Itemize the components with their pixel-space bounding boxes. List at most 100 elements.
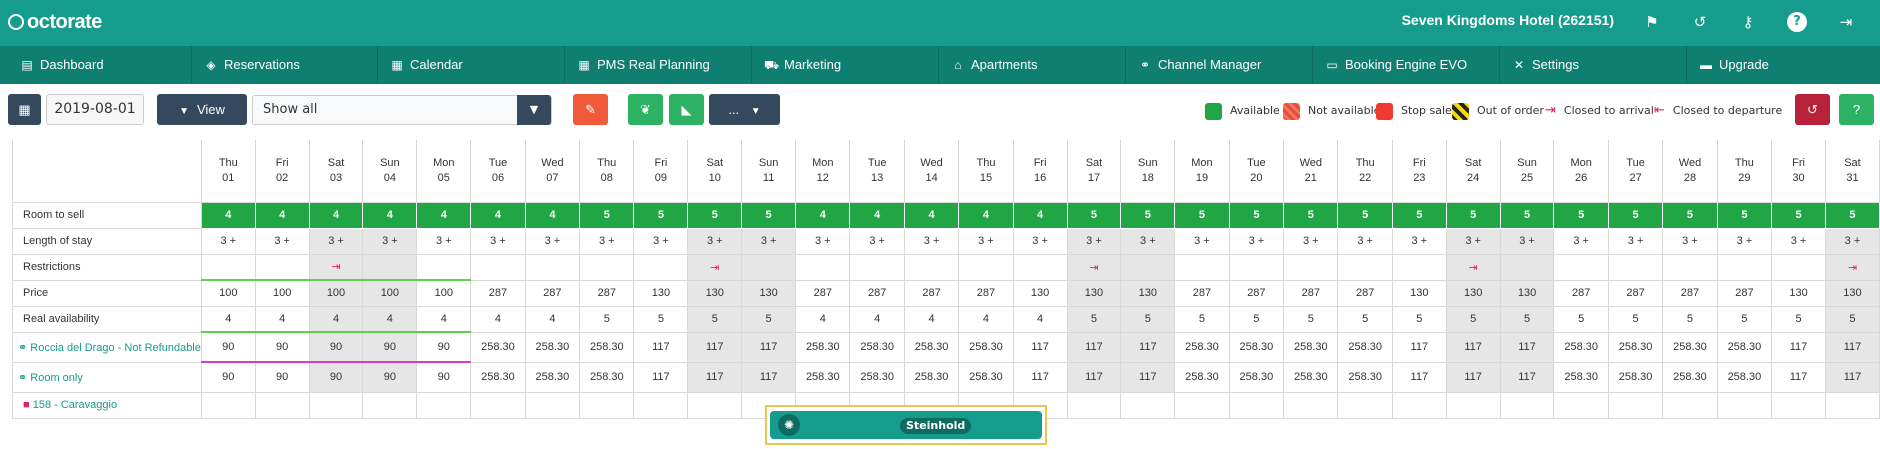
hotel-name[interactable]: Seven Kingdoms Hotel (262151) — [1402, 12, 1614, 28]
planning-cell[interactable] — [524, 391, 581, 419]
value-cell[interactable]: 3 + — [1012, 227, 1068, 255]
restriction-cell[interactable]: ⇥ — [687, 253, 743, 281]
reset-button[interactable]: ↺ — [1795, 94, 1830, 125]
value-cell[interactable]: 5 — [741, 305, 797, 333]
value-cell[interactable]: 4 — [958, 305, 1014, 333]
restriction-cell[interactable] — [524, 253, 581, 281]
nav-apartments[interactable]: ⌂ Apartments — [939, 46, 1126, 84]
restriction-cell[interactable] — [1716, 253, 1773, 281]
value-cell[interactable]: 4 — [849, 305, 905, 333]
value-cell[interactable]: 5 — [1391, 305, 1447, 333]
value-cell[interactable]: 100 — [254, 279, 310, 307]
value-cell[interactable]: 5 — [1228, 305, 1285, 333]
restriction-cell[interactable]: ⇥ — [1445, 253, 1501, 281]
value-cell[interactable]: 4 — [200, 305, 256, 333]
value-cell[interactable]: 5 — [579, 305, 635, 333]
value-cell[interactable]: 258.30 — [903, 361, 960, 393]
nav-channel-manager[interactable]: ⚭ Channel Manager — [1126, 46, 1313, 84]
value-cell[interactable]: 5 — [1445, 201, 1501, 229]
value-cell[interactable]: 287 — [903, 279, 960, 307]
value-cell[interactable]: 90 — [362, 361, 418, 393]
nav-pms[interactable]: ▦ PMS Real Planning — [565, 46, 752, 84]
value-cell[interactable]: 3 + — [795, 227, 851, 255]
value-cell[interactable]: 117 — [687, 361, 743, 393]
value-cell[interactable]: 117 — [1445, 331, 1501, 363]
value-cell[interactable]: 117 — [1391, 361, 1447, 393]
value-cell[interactable]: 4 — [849, 201, 905, 229]
value-cell[interactable]: 5 — [1120, 201, 1176, 229]
value-cell[interactable]: 287 — [795, 279, 851, 307]
restriction-cell[interactable] — [1337, 253, 1393, 281]
value-cell[interactable]: 258.30 — [579, 361, 635, 393]
value-cell[interactable]: 90 — [308, 331, 364, 363]
value-cell[interactable]: 5 — [1824, 305, 1880, 333]
value-cell[interactable]: 258.30 — [1716, 331, 1773, 363]
date-input[interactable]: 2019-08-01 — [46, 94, 144, 125]
planning-cell[interactable] — [1391, 391, 1447, 419]
value-cell[interactable]: 5 — [687, 305, 743, 333]
value-cell[interactable]: 3 + — [1662, 227, 1718, 255]
value-cell[interactable]: 3 + — [254, 227, 310, 255]
value-cell[interactable]: 3 + — [1228, 227, 1285, 255]
value-cell[interactable]: 5 — [1174, 305, 1230, 333]
value-cell[interactable]: 258.30 — [1553, 331, 1609, 363]
restriction-cell[interactable] — [849, 253, 905, 281]
planning-cell[interactable] — [1607, 391, 1664, 419]
value-cell[interactable]: 287 — [1283, 279, 1339, 307]
value-cell[interactable]: 5 — [1391, 201, 1447, 229]
value-cell[interactable]: 100 — [416, 279, 472, 307]
value-cell[interactable]: 287 — [1662, 279, 1718, 307]
value-cell[interactable]: 258.30 — [1337, 331, 1393, 363]
planning-cell[interactable] — [633, 391, 689, 419]
value-cell[interactable]: 4 — [416, 305, 472, 333]
value-cell[interactable]: 117 — [741, 361, 797, 393]
value-cell[interactable]: 3 + — [524, 227, 581, 255]
value-cell[interactable]: 5 — [1066, 201, 1122, 229]
value-cell[interactable]: 287 — [1337, 279, 1393, 307]
value-cell[interactable]: 4 — [958, 201, 1014, 229]
triangle-button[interactable]: ◣ — [669, 94, 704, 125]
value-cell[interactable]: 3 + — [1553, 227, 1609, 255]
history-icon[interactable]: ↺ — [1690, 12, 1710, 32]
value-cell[interactable]: 3 + — [849, 227, 905, 255]
nav-marketing[interactable]: ⛟ Marketing — [752, 46, 939, 84]
value-cell[interactable]: 258.30 — [1607, 331, 1664, 363]
planning-cell[interactable] — [1716, 391, 1773, 419]
logout-icon[interactable]: ⇥ — [1836, 12, 1856, 32]
value-cell[interactable]: 287 — [470, 279, 526, 307]
value-cell[interactable]: 117 — [1499, 361, 1555, 393]
value-cell[interactable]: 5 — [633, 305, 689, 333]
value-cell[interactable]: 117 — [741, 331, 797, 363]
value-cell[interactable]: 4 — [524, 201, 581, 229]
value-cell[interactable]: 3 + — [1391, 227, 1447, 255]
value-cell[interactable]: 130 — [1771, 279, 1826, 307]
restriction-cell[interactable] — [416, 253, 472, 281]
rate-name-link[interactable]: ⚭ Roccia del Drago - Not Refundable — [12, 331, 202, 363]
planning-cell[interactable] — [1499, 391, 1555, 419]
planning-cell[interactable] — [416, 391, 472, 419]
value-cell[interactable]: 5 — [1066, 305, 1122, 333]
value-cell[interactable]: 90 — [200, 361, 256, 393]
planning-cell[interactable] — [1824, 391, 1880, 419]
value-cell[interactable]: 117 — [687, 331, 743, 363]
value-cell[interactable]: 130 — [1391, 279, 1447, 307]
booking-bar[interactable]: ✺ Steinhold — [770, 411, 1042, 439]
value-cell[interactable]: 130 — [1824, 279, 1880, 307]
value-cell[interactable]: 258.30 — [524, 331, 581, 363]
value-cell[interactable]: 3 + — [362, 227, 418, 255]
value-cell[interactable]: 258.30 — [1337, 361, 1393, 393]
value-cell[interactable]: 117 — [1824, 361, 1880, 393]
value-cell[interactable]: 100 — [308, 279, 364, 307]
value-cell[interactable]: 117 — [1120, 361, 1176, 393]
value-cell[interactable]: 117 — [1771, 361, 1826, 393]
value-cell[interactable]: 117 — [1012, 331, 1068, 363]
value-cell[interactable]: 3 + — [1445, 227, 1501, 255]
help-button[interactable]: ? — [1839, 94, 1874, 125]
value-cell[interactable]: 4 — [470, 201, 526, 229]
restriction-cell[interactable] — [254, 253, 310, 281]
value-cell[interactable]: 4 — [362, 201, 418, 229]
value-cell[interactable]: 3 + — [903, 227, 960, 255]
value-cell[interactable]: 130 — [1445, 279, 1501, 307]
value-cell[interactable]: 258.30 — [1228, 331, 1285, 363]
value-cell[interactable]: 3 + — [470, 227, 526, 255]
